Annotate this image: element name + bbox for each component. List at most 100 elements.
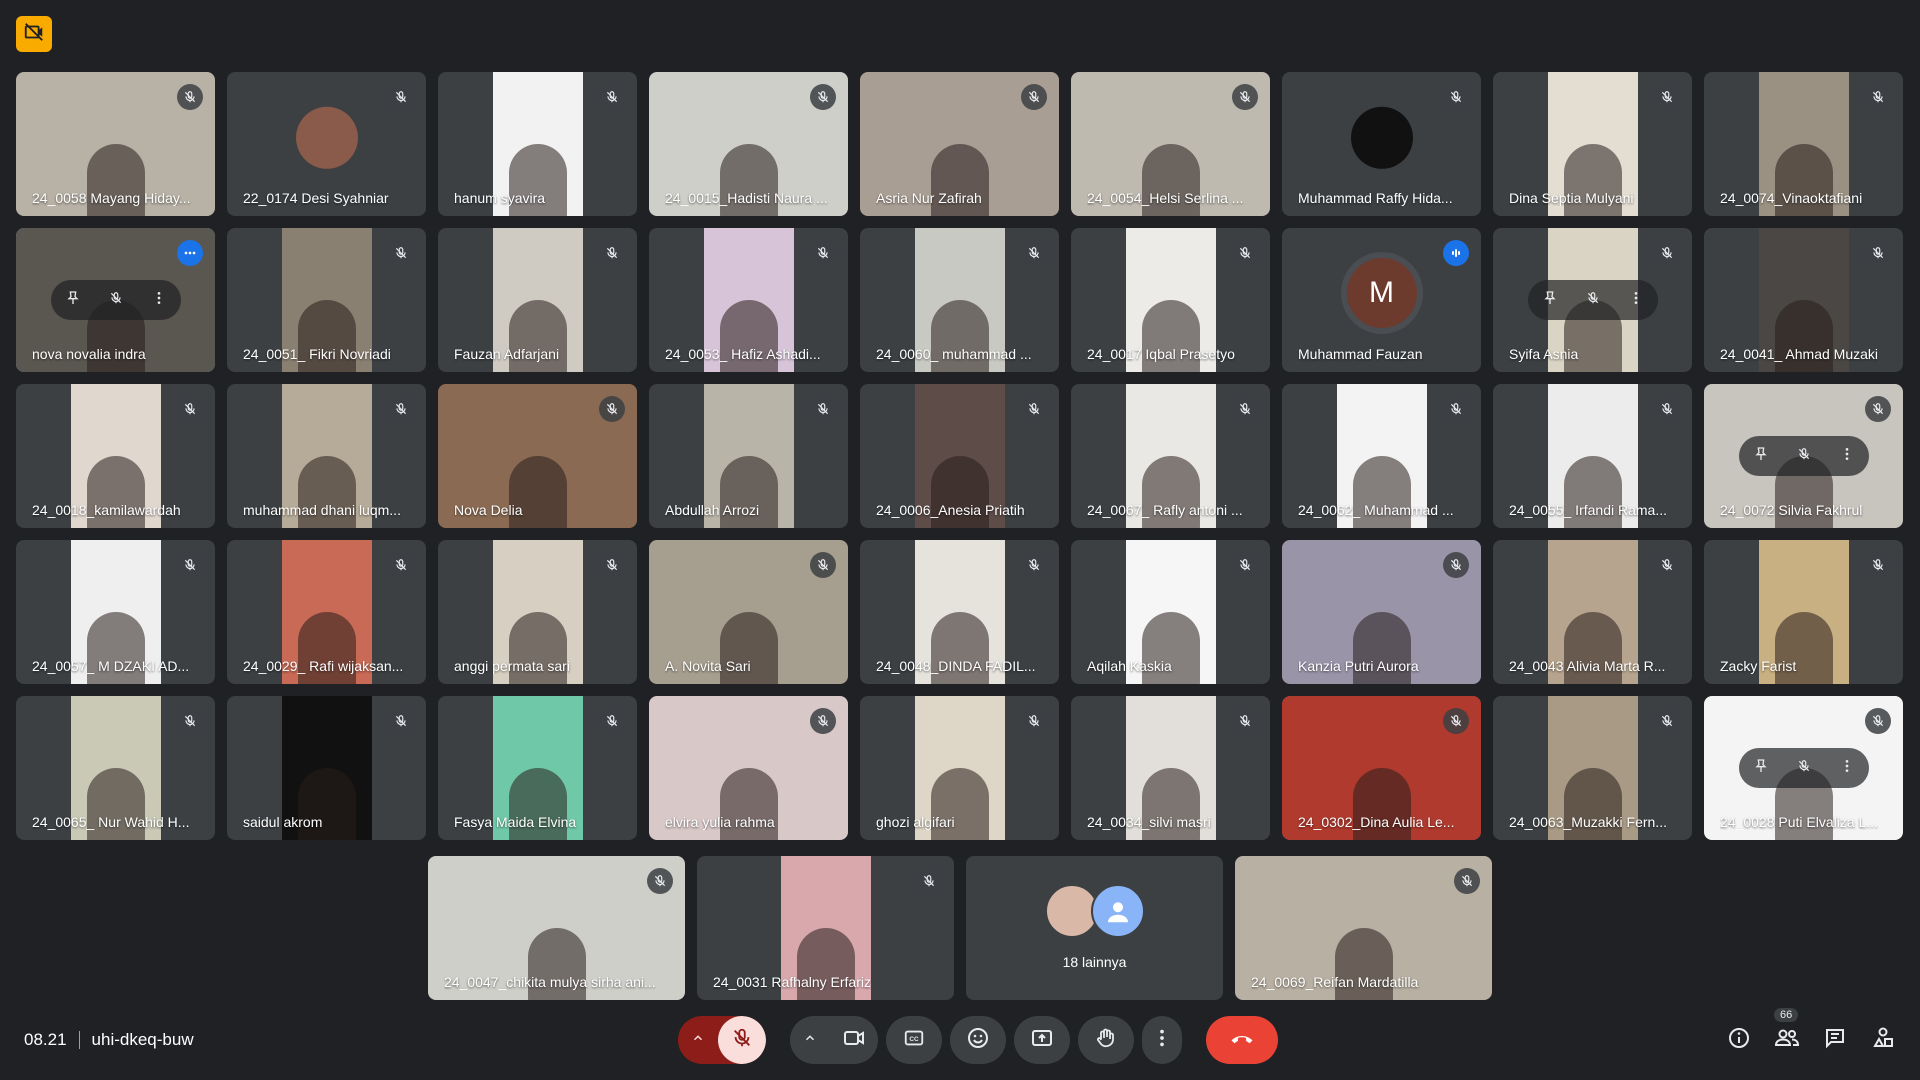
mic-off-icon — [1654, 708, 1680, 734]
pin-icon[interactable] — [1753, 446, 1769, 467]
participant-tile[interactable]: elvira yulia rahma — [649, 696, 848, 840]
pin-icon[interactable] — [1542, 290, 1558, 311]
participant-tile[interactable]: 24_0302_Dina Aulia Le... — [1282, 696, 1481, 840]
participant-tile[interactable]: 24_0067_ Rafly antoni ... — [1071, 384, 1270, 528]
participant-tile[interactable]: hanum syavira — [438, 72, 637, 216]
participant-tile[interactable]: 24_0029_ Rafi wijaksan... — [227, 540, 426, 684]
participant-tile[interactable]: 24_0062_ Muhammad ... — [1282, 384, 1481, 528]
participant-tile[interactable]: saidul akrom — [227, 696, 426, 840]
participant-tile[interactable]: Abdullah Arrozi — [649, 384, 848, 528]
tile-hover-controls — [1527, 280, 1658, 320]
more-vert-icon[interactable] — [1839, 446, 1855, 467]
participant-tile[interactable]: 24_0065_ Nur Wahid H... — [16, 696, 215, 840]
participant-tile[interactable]: Syifa Asnia — [1493, 228, 1692, 372]
participant-tile[interactable]: 24_0051_ Fikri Novriadi — [227, 228, 426, 372]
participant-tile[interactable]: Nova Delia — [438, 384, 637, 528]
participant-tile[interactable]: Muhammad Raffy Hida... — [1282, 72, 1481, 216]
mic-off-icon — [177, 552, 203, 578]
participant-tile[interactable]: A. Novita Sari — [649, 540, 848, 684]
avatar — [295, 106, 358, 169]
mic-off-icon[interactable] — [1586, 291, 1600, 310]
participant-tile[interactable]: ghozi algifari — [860, 696, 1059, 840]
participant-tile[interactable]: 24_0028 Puti Elvaliza L... — [1704, 696, 1903, 840]
people-button[interactable]: 66 — [1770, 1008, 1804, 1060]
call-controls: CC — [678, 1016, 1278, 1064]
captions-button[interactable]: CC — [886, 1016, 942, 1064]
people-icon — [1774, 1026, 1800, 1055]
mic-options-button[interactable] — [678, 1016, 718, 1064]
participant-name: Fauzan Adfarjani — [454, 346, 560, 362]
participant-name: 24_0006_Anesia Priatih — [876, 502, 1025, 518]
mic-off-icon[interactable] — [109, 291, 123, 310]
participant-tile[interactable]: 24_0018_kamilawardah — [16, 384, 215, 528]
mic-off-icon — [647, 868, 673, 894]
participant-tile[interactable]: 24_0053_ Hafiz Ashadi... — [649, 228, 848, 372]
mic-off-icon — [810, 396, 836, 422]
participant-tile[interactable]: 24_0055_ Irfandi Rama... — [1493, 384, 1692, 528]
participant-tile[interactable]: 24_0017 Iqbal Prasetyo — [1071, 228, 1270, 372]
participant-tile[interactable]: nova novalia indra — [16, 228, 215, 372]
participant-tile[interactable]: 24_0048_DINDA FADIL... — [860, 540, 1059, 684]
camera-options-button[interactable] — [790, 1016, 830, 1064]
tile-hover-controls — [1738, 748, 1869, 788]
others-tile[interactable]: 18 lainnya — [966, 856, 1223, 1000]
participant-tile[interactable]: anggi permata sari — [438, 540, 637, 684]
participant-tile[interactable]: Dina Septia Mulyani — [1493, 72, 1692, 216]
pin-icon[interactable] — [1753, 758, 1769, 779]
participant-name: 22_0174 Desi Syahniar — [243, 190, 389, 206]
participant-tile[interactable]: Fasya Maida Elvina — [438, 696, 637, 840]
more-horiz-icon[interactable] — [177, 240, 203, 266]
participant-tile[interactable]: 24_0031 Rafhalny Erfariz — [697, 856, 954, 1000]
more-vert-icon[interactable] — [151, 290, 167, 311]
participant-tile[interactable]: 24_0058 Mayang Hiday... — [16, 72, 215, 216]
mic-off-icon — [1443, 84, 1469, 110]
participant-tile[interactable]: 24_0063_Muzakki Fern... — [1493, 696, 1692, 840]
participant-tile[interactable]: 24_0074_Vinaoktafiani — [1704, 72, 1903, 216]
participant-tile[interactable]: Aqilah Kaskia — [1071, 540, 1270, 684]
more-vert-icon[interactable] — [1628, 290, 1644, 311]
participant-tile[interactable]: M Muhammad Fauzan — [1282, 228, 1481, 372]
participant-tile[interactable]: Asria Nur Zafirah — [860, 72, 1059, 216]
participant-tile[interactable]: 24_0060_ muhammad ... — [860, 228, 1059, 372]
participant-tile[interactable]: 24_0054_Helsi Serlina ... — [1071, 72, 1270, 216]
participant-tile[interactable]: 24_0006_Anesia Priatih — [860, 384, 1059, 528]
participant-tile[interactable]: 24_0041_ Ahmad Muzaki — [1704, 228, 1903, 372]
participant-tile[interactable]: 24_0034_silvi masri — [1071, 696, 1270, 840]
mic-off-icon[interactable] — [1797, 447, 1811, 466]
recording-indicator[interactable] — [16, 16, 52, 52]
chat-button[interactable] — [1818, 1020, 1852, 1060]
avatar: M — [1346, 258, 1417, 328]
mic-off-icon — [916, 868, 942, 894]
participant-tile[interactable]: 24_0047_chikita mulya sirha ani... — [428, 856, 685, 1000]
participant-tile[interactable]: muhammad dhani luqm... — [227, 384, 426, 528]
raise-hand-button[interactable] — [1078, 1016, 1134, 1064]
mic-off-icon[interactable] — [1797, 759, 1811, 778]
participant-tile[interactable]: Kanzia Putri Aurora — [1282, 540, 1481, 684]
participant-tile[interactable]: 22_0174 Desi Syahniar — [227, 72, 426, 216]
participant-grid: 24_0058 Mayang Hiday... 22_0174 Desi Syah… — [16, 72, 1903, 840]
mic-off-icon — [599, 396, 625, 422]
meeting-code[interactable]: uhi-dkeq-buw — [92, 1030, 194, 1050]
mic-off-icon — [1865, 396, 1891, 422]
mic-off-icon — [1865, 84, 1891, 110]
reactions-button[interactable] — [950, 1016, 1006, 1064]
participant-tile[interactable]: 24_0057_ M DZAKI AD... — [16, 540, 215, 684]
mic-toggle-button[interactable] — [718, 1016, 766, 1064]
camera-toggle-button[interactable] — [830, 1016, 878, 1064]
activities-button[interactable] — [1866, 1020, 1900, 1060]
meeting-details-button[interactable] — [1722, 1020, 1756, 1060]
participant-tile[interactable]: 24_0069_Reifan Mardatilla — [1235, 856, 1492, 1000]
more-vert-icon[interactable] — [1839, 758, 1855, 779]
participant-tile[interactable]: Zacky Farist — [1704, 540, 1903, 684]
more-options-button[interactable] — [1142, 1016, 1182, 1064]
participant-tile[interactable]: 24_0072 Silvia Fakhrul — [1704, 384, 1903, 528]
participant-name: 24_0051_ Fikri Novriadi — [243, 346, 391, 362]
pin-icon[interactable] — [65, 290, 81, 311]
end-call-button[interactable] — [1206, 1016, 1278, 1064]
mic-off-icon — [1232, 396, 1258, 422]
chevron-up-icon — [691, 1031, 705, 1050]
present-button[interactable] — [1014, 1016, 1070, 1064]
participant-tile[interactable]: 24_0015_Hadisti Naura ... — [649, 72, 848, 216]
participant-tile[interactable]: Fauzan Adfarjani — [438, 228, 637, 372]
participant-tile[interactable]: 24_0043 Alivia Marta R... — [1493, 540, 1692, 684]
